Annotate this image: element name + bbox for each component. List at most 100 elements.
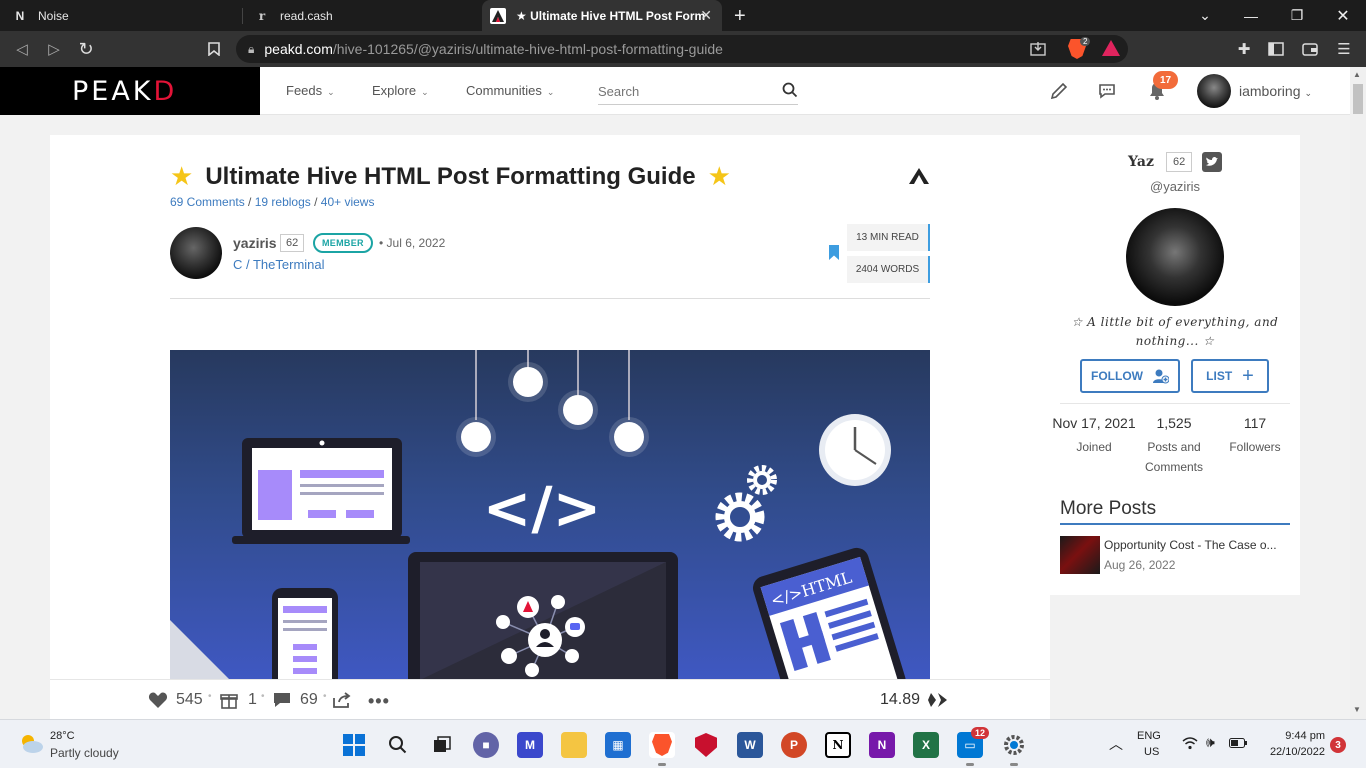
notification-center-badge[interactable]: 3 bbox=[1330, 737, 1346, 753]
back-icon[interactable]: ◁ bbox=[10, 37, 34, 61]
mcafee-icon[interactable] bbox=[693, 732, 719, 758]
tab-peakd-active[interactable]: ★ Ultimate Hive HTML Post Form ✕ bbox=[482, 0, 722, 31]
volume-icon[interactable]: 🕪︎ bbox=[1206, 734, 1215, 751]
follow-button[interactable]: FOLLOW bbox=[1080, 359, 1180, 393]
clock-date[interactable]: 22/10/2022 bbox=[1260, 746, 1325, 758]
minimize-icon[interactable]: — bbox=[1228, 0, 1274, 31]
nav-feeds[interactable]: Feeds ⌄ bbox=[286, 83, 335, 98]
list-button[interactable]: LIST + bbox=[1191, 359, 1269, 393]
scroll-up-icon[interactable]: ▲ bbox=[1353, 70, 1361, 79]
more-options-button[interactable]: ••• bbox=[368, 691, 390, 712]
close-window-icon[interactable]: ✕ bbox=[1320, 0, 1366, 31]
settings-gear-icon[interactable] bbox=[1001, 732, 1027, 766]
wifi-icon[interactable] bbox=[1182, 736, 1198, 753]
onenote-icon[interactable]: N bbox=[869, 732, 895, 758]
microsoft-store-icon[interactable]: ▦ bbox=[605, 732, 631, 758]
bookmark-page-icon[interactable] bbox=[202, 37, 226, 61]
hive-logo-icon[interactable] bbox=[908, 167, 930, 185]
brave-rewards-icon[interactable] bbox=[1102, 40, 1120, 56]
author-name[interactable]: yaziris bbox=[233, 235, 277, 251]
url-path: /hive-101265/@yaziris/ultimate-hive-html… bbox=[332, 41, 723, 57]
more-post-title[interactable]: Opportunity Cost - The Case o... bbox=[1104, 538, 1290, 552]
author-display-name[interactable]: Yaz bbox=[1128, 154, 1154, 170]
battery-icon[interactable] bbox=[1229, 738, 1247, 751]
nav-explore[interactable]: Explore ⌄ bbox=[372, 83, 429, 98]
word-count: 2404 WORDS bbox=[847, 256, 930, 283]
close-tab-icon[interactable]: ✕ bbox=[700, 7, 712, 24]
more-posts-heading: More Posts bbox=[1060, 498, 1157, 519]
microsoft-store-dev-icon[interactable]: M bbox=[517, 732, 543, 758]
avatar[interactable] bbox=[1126, 208, 1224, 306]
upvote-button[interactable]: 545 bbox=[148, 691, 203, 709]
author-handle[interactable]: @yaziris bbox=[1150, 179, 1200, 194]
restore-icon[interactable]: ❐ bbox=[1274, 0, 1320, 31]
author-avatar[interactable] bbox=[170, 227, 222, 279]
avatar[interactable] bbox=[1197, 74, 1231, 108]
reload-icon[interactable]: ↻ bbox=[74, 37, 98, 61]
post-thumbnail[interactable] bbox=[1060, 536, 1100, 574]
task-view-icon[interactable] bbox=[429, 732, 455, 758]
lock-icon: 🔒︎ bbox=[248, 41, 255, 56]
tab-noise[interactable]: N Noise bbox=[0, 0, 240, 31]
gift-button[interactable]: 1 bbox=[220, 691, 257, 709]
stat-followers[interactable]: 117 Followers bbox=[1220, 415, 1290, 457]
share-icon bbox=[333, 692, 351, 708]
divider bbox=[1060, 403, 1290, 404]
weather-description[interactable]: Partly cloudy bbox=[50, 746, 119, 760]
search-input[interactable] bbox=[598, 79, 798, 105]
language-code[interactable]: ENG bbox=[1137, 730, 1161, 742]
pencil-icon[interactable] bbox=[1049, 81, 1069, 101]
author-bio: ☆ A little bit of everything, and nothin… bbox=[1071, 315, 1279, 348]
weather-temperature[interactable]: 28°C bbox=[50, 730, 75, 742]
search-icon[interactable] bbox=[385, 732, 411, 758]
file-explorer-icon[interactable] bbox=[561, 732, 587, 758]
address-bar[interactable]: 🔒︎ peakd.com /hive-101265/@yaziris/ultim… bbox=[236, 35, 1128, 63]
extensions-icon[interactable]: ✚ bbox=[1234, 39, 1254, 59]
word-icon[interactable]: W bbox=[737, 732, 763, 758]
twitter-icon[interactable] bbox=[1202, 152, 1222, 172]
brave-browser-icon[interactable] bbox=[649, 732, 675, 766]
teams-chat-icon[interactable]: ■ bbox=[473, 732, 499, 758]
chevron-up-icon[interactable]: ︿ bbox=[1109, 734, 1123, 754]
scroll-thumb[interactable] bbox=[1353, 84, 1363, 114]
reblogs-link[interactable]: 19 reblogs bbox=[255, 195, 311, 209]
excel-icon[interactable]: X bbox=[913, 732, 939, 758]
sidebar-icon[interactable] bbox=[1266, 39, 1286, 59]
windows-start-icon[interactable] bbox=[341, 732, 367, 758]
tab-read-cash[interactable]: r read.cash bbox=[244, 0, 480, 31]
powerpoint-icon[interactable]: P bbox=[781, 732, 807, 758]
comments-link[interactable]: 69 Comments bbox=[170, 195, 245, 209]
nav-communities[interactable]: Communities ⌄ bbox=[466, 83, 554, 98]
page-title: ★ Ultimate Hive HTML Post Formatting Gui… bbox=[170, 161, 731, 192]
stat-label: Joined bbox=[1076, 440, 1112, 454]
chat-icon[interactable] bbox=[1097, 81, 1117, 101]
user-menu[interactable]: iamboring ⌄ bbox=[1239, 83, 1312, 99]
payout-value[interactable]: 14.89 bbox=[880, 691, 948, 709]
author-reputation: 62 bbox=[1166, 152, 1193, 172]
tab-search-chevron-icon[interactable]: ⌄ bbox=[1182, 0, 1228, 31]
scroll-down-icon[interactable]: ▼ bbox=[1353, 705, 1361, 714]
wallet-icon[interactable] bbox=[1300, 39, 1320, 59]
post-card: ★ Ultimate Hive HTML Post Formatting Gui… bbox=[50, 135, 1050, 695]
tab-title: ★ Ultimate Hive HTML Post Form bbox=[516, 8, 706, 23]
views-link[interactable]: 40+ views bbox=[321, 195, 375, 209]
partly-cloudy-icon[interactable] bbox=[18, 732, 44, 754]
community-link[interactable]: C / TheTerminal bbox=[233, 257, 325, 272]
stat-posts[interactable]: 1,525 Posts and Comments bbox=[1140, 415, 1208, 477]
comment-icon bbox=[274, 693, 290, 707]
comment-button[interactable]: 69 bbox=[272, 691, 318, 709]
bookmark-icon[interactable] bbox=[829, 245, 839, 260]
search-icon[interactable] bbox=[782, 82, 798, 98]
notion-icon[interactable]: N bbox=[825, 732, 851, 758]
install-app-icon[interactable] bbox=[1030, 41, 1046, 60]
url-host: peakd.com bbox=[264, 41, 333, 57]
share-button[interactable] bbox=[332, 691, 352, 709]
page-scrollbar[interactable]: ▲ ▼ bbox=[1350, 67, 1366, 719]
clock-time[interactable]: 9:44 pm bbox=[1275, 730, 1325, 742]
menu-icon[interactable]: ☰ bbox=[1334, 39, 1354, 59]
peakd-logo[interactable]: PEAK D bbox=[0, 67, 260, 115]
language-region[interactable]: US bbox=[1144, 746, 1159, 758]
code-symbol: </> bbox=[483, 474, 601, 542]
forward-icon[interactable]: ▷ bbox=[42, 37, 66, 61]
new-tab-icon[interactable]: + bbox=[734, 5, 746, 28]
